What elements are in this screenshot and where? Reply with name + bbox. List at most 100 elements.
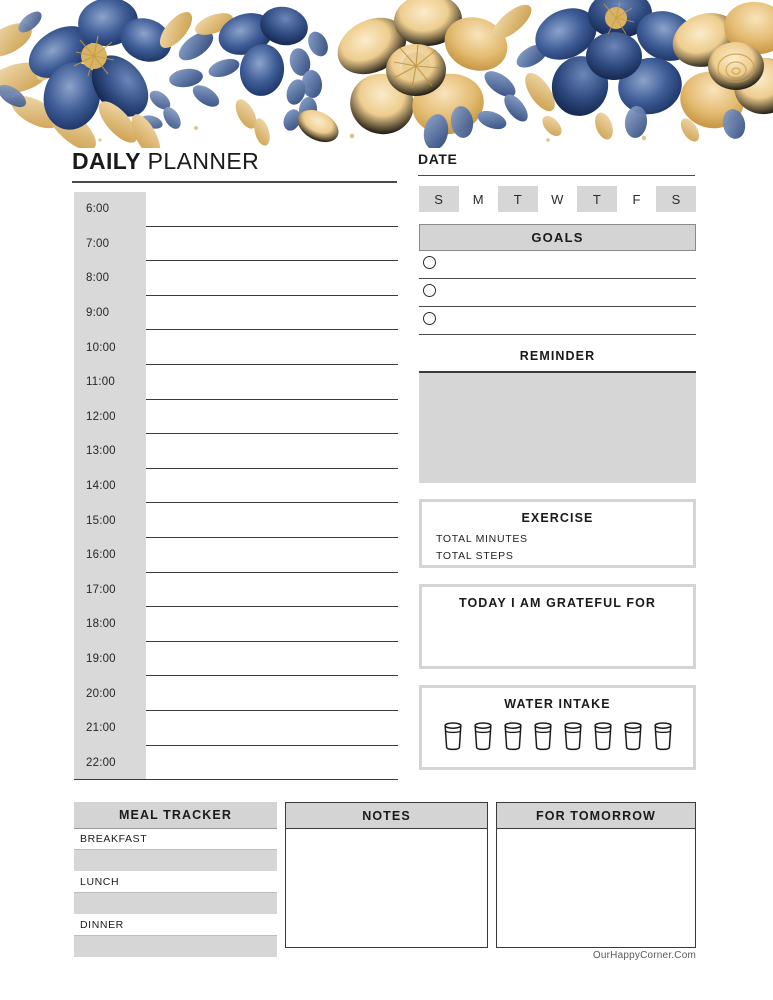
schedule-row: 13:00: [74, 434, 398, 469]
water-glass-row: [422, 721, 693, 751]
water-glass-icon[interactable]: [472, 721, 494, 751]
reminder-section: REMINDER: [419, 349, 696, 483]
schedule-time-cell: 10:00: [74, 330, 146, 365]
exercise-title: EXERCISE: [521, 511, 594, 525]
day-box-4[interactable]: T: [577, 186, 617, 212]
schedule-row: 15:00: [74, 503, 398, 538]
schedule-time-cell: 21:00: [74, 710, 146, 746]
meal-tracker-section: MEAL TRACKER BREAKFAST LUNCH DINNER: [74, 802, 277, 958]
schedule-row: 7:00: [74, 226, 398, 262]
schedule-time-label: 10:00: [86, 341, 116, 354]
date-block: DATE: [418, 152, 695, 176]
notes-section[interactable]: NOTES: [285, 802, 488, 948]
floral-illustration: [0, 0, 773, 148]
schedule-time-cell: 11:00: [74, 364, 146, 400]
schedule-time-label: 18:00: [86, 618, 116, 631]
floral-header-banner: [0, 0, 773, 148]
goal-row[interactable]: [419, 279, 696, 307]
schedule-time-label: 9:00: [86, 307, 110, 320]
schedule-time-label: 17:00: [86, 583, 116, 596]
meal-tracker-rows: BREAKFAST LUNCH DINNER: [74, 829, 277, 958]
goal-row[interactable]: [419, 251, 696, 279]
schedule-time-label: 19:00: [86, 653, 116, 666]
water-glass-icon[interactable]: [592, 721, 614, 751]
schedule-time-label: 11:00: [86, 376, 115, 389]
goal-checkbox-circle-icon[interactable]: [423, 312, 436, 325]
schedule-time-cell: 18:00: [74, 607, 146, 642]
for-tomorrow-title: FOR TOMORROW: [497, 803, 695, 829]
date-divider: [418, 175, 695, 176]
schedule-time-cell: 6:00: [74, 192, 146, 227]
schedule-time-cell: 12:00: [74, 399, 146, 435]
schedule-time-label: 13:00: [86, 445, 116, 458]
schedule-time-label: 14:00: [86, 480, 116, 493]
schedule-time-label: 7:00: [86, 237, 110, 250]
meal-entry-field[interactable]: [74, 893, 277, 915]
reminder-input-area[interactable]: [419, 373, 696, 483]
schedule-row: 17:00: [74, 572, 398, 608]
title-divider: [72, 181, 397, 183]
water-glass-icon[interactable]: [532, 721, 554, 751]
schedule-time-label: 8:00: [86, 272, 110, 285]
goal-checkbox-circle-icon[interactable]: [423, 256, 436, 269]
schedule-row: 9:00: [74, 295, 398, 331]
day-box-6[interactable]: S: [656, 186, 697, 212]
grateful-section[interactable]: TODAY I AM GRATEFUL FOR: [419, 584, 696, 669]
water-intake-section: WATER INTAKE: [419, 685, 696, 770]
exercise-section: EXERCISE TOTAL MINUTES TOTAL STEPS: [419, 499, 696, 568]
water-glass-icon[interactable]: [502, 721, 524, 751]
meal-label: LUNCH: [74, 872, 277, 893]
schedule-row: 12:00: [74, 399, 398, 435]
water-glass-icon[interactable]: [652, 721, 674, 751]
schedule-time-cell: 22:00: [74, 745, 146, 781]
schedule-time-label: 21:00: [86, 722, 116, 735]
schedule-time-label: 16:00: [86, 549, 116, 562]
for-tomorrow-section[interactable]: FOR TOMORROW: [496, 802, 696, 948]
page-title-light: PLANNER: [140, 148, 260, 174]
schedule-time-cell: 19:00: [74, 641, 146, 677]
day-of-week-selector[interactable]: SMTWTFS: [419, 186, 697, 212]
water-intake-title: WATER INTAKE: [504, 697, 611, 711]
date-label: DATE: [418, 151, 458, 167]
meal-label: DINNER: [74, 915, 277, 936]
meal-tracker-title: MEAL TRACKER: [74, 802, 277, 829]
schedule-row: 6:00: [74, 192, 398, 227]
daily-planner-page: DAILY PLANNER DATE SMTWTFS 6:00 7:00 8:00 9…: [0, 0, 773, 1000]
goal-checkbox-circle-icon[interactable]: [423, 284, 436, 297]
total-minutes-label[interactable]: TOTAL MINUTES: [422, 533, 693, 545]
day-box-1[interactable]: M: [459, 186, 499, 212]
goals-list: [419, 251, 696, 335]
schedule-row: 10:00: [74, 330, 398, 365]
reminder-title: REMINDER: [519, 349, 596, 363]
water-glass-icon[interactable]: [442, 721, 464, 751]
schedule-row: 16:00: [74, 537, 398, 573]
schedule-time-cell: 7:00: [74, 226, 146, 262]
day-box-2[interactable]: T: [498, 186, 538, 212]
meal-label: BREAKFAST: [74, 829, 277, 850]
day-box-3[interactable]: W: [538, 186, 578, 212]
schedule-time-cell: 15:00: [74, 503, 146, 538]
schedule-row: 11:00: [74, 364, 398, 400]
water-glass-icon[interactable]: [562, 721, 584, 751]
page-title-block: DAILY PLANNER: [72, 150, 402, 183]
day-box-5[interactable]: F: [617, 186, 657, 212]
goal-row[interactable]: [419, 307, 696, 335]
schedule-row: 20:00: [74, 676, 398, 711]
day-box-0[interactable]: S: [419, 186, 459, 212]
meal-entry-field[interactable]: [74, 850, 277, 872]
schedule-time-cell: 8:00: [74, 261, 146, 296]
schedule-time-label: 22:00: [86, 756, 116, 769]
schedule-time-label: 15:00: [86, 514, 116, 527]
schedule-time-cell: 16:00: [74, 537, 146, 573]
grateful-title: TODAY I AM GRATEFUL FOR: [458, 596, 657, 610]
schedule-row: 8:00: [74, 261, 398, 296]
schedule-time-cell: 17:00: [74, 572, 146, 608]
schedule-time-cell: 9:00: [74, 295, 146, 331]
schedule-time-cell: 14:00: [74, 468, 146, 504]
total-steps-label[interactable]: TOTAL STEPS: [422, 550, 693, 562]
schedule-row: 19:00: [74, 641, 398, 677]
schedule-write-line[interactable]: [74, 779, 398, 781]
footer-watermark: OurHappyCorner.Com: [592, 950, 696, 961]
water-glass-icon[interactable]: [622, 721, 644, 751]
schedule-time-label: 20:00: [86, 687, 116, 700]
